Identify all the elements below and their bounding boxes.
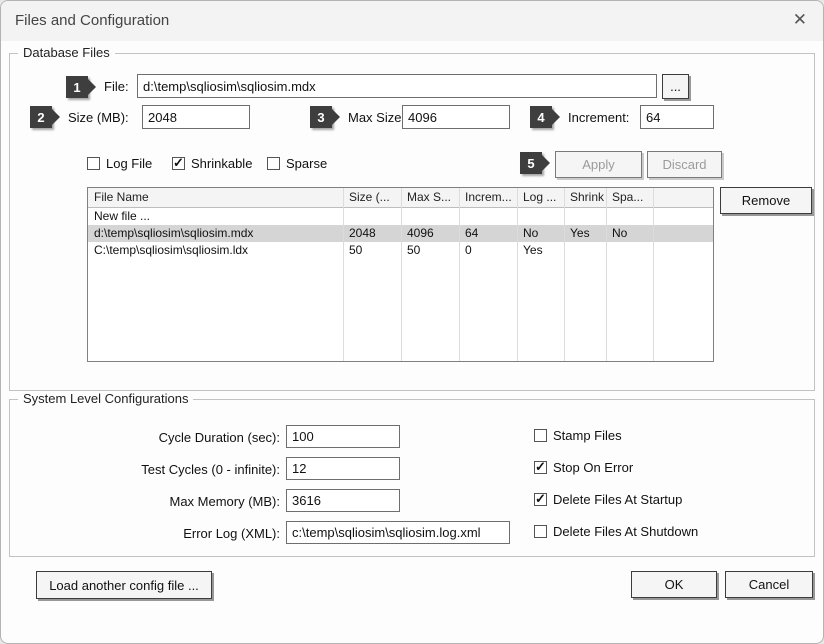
column-header-filler <box>653 188 713 207</box>
cell-file-name: C:\temp\sqliosim\sqliosim.ldx <box>88 242 343 259</box>
column-header-size[interactable]: Size (... <box>343 188 401 207</box>
cell-max-size: 4096 <box>401 225 459 242</box>
shrinkable-checkbox-label: Shrinkable <box>191 156 252 171</box>
file-label: File: <box>104 79 129 94</box>
table-column-divider <box>606 188 607 361</box>
database-files-group: Database Files 1 File: ... 2 Size (MB): … <box>9 53 815 391</box>
error-log-label: Error Log (XML): <box>10 526 280 541</box>
test-cycles-input[interactable] <box>286 457 400 480</box>
callout-badge-1: 1 <box>66 76 88 98</box>
cycle-duration-input[interactable] <box>286 425 400 448</box>
dialog-title: Files and Configuration <box>15 12 169 29</box>
column-header-shrink[interactable]: Shrink <box>564 188 606 207</box>
table-column-divider <box>459 188 460 361</box>
ok-button[interactable]: OK <box>631 571 717 598</box>
cell-shrink: Yes <box>564 225 606 242</box>
log-file-checkbox-box <box>87 157 100 170</box>
cancel-button[interactable]: Cancel <box>725 571 813 598</box>
cell-sparse <box>606 242 653 259</box>
log-file-checkbox-label: Log File <box>106 156 152 171</box>
cell-max-size: 50 <box>401 242 459 259</box>
cell-sparse: No <box>606 225 653 242</box>
max-memory-input[interactable] <box>286 489 400 512</box>
cell-shrink <box>564 242 606 259</box>
max-memory-label: Max Memory (MB): <box>10 494 280 509</box>
table-column-divider <box>343 188 344 361</box>
table-column-divider <box>401 188 402 361</box>
sparse-checkbox-box <box>267 157 280 170</box>
stop-on-error-checkbox[interactable]: Stop On Error <box>534 460 633 475</box>
cell-filler <box>653 208 713 225</box>
delete-files-shutdown-checkbox-box <box>534 525 547 538</box>
column-header-log[interactable]: Log ... <box>517 188 564 207</box>
cell-log <box>517 208 564 225</box>
delete-files-startup-checkbox-box <box>534 493 547 506</box>
cell-size: 50 <box>343 242 401 259</box>
cell-size: 2048 <box>343 225 401 242</box>
files-and-configuration-dialog: Files and Configuration ✕ Database Files… <box>0 0 824 644</box>
error-log-input[interactable] <box>286 521 510 544</box>
cell-increment <box>459 208 517 225</box>
callout-badge-2: 2 <box>30 106 52 128</box>
apply-button[interactable]: Apply <box>555 151 642 178</box>
cell-filler <box>653 242 713 259</box>
cell-file-name: New file ... <box>88 208 343 225</box>
stop-on-error-checkbox-label: Stop On Error <box>553 460 633 475</box>
size-label: Size (MB): <box>68 110 129 125</box>
browse-button[interactable]: ... <box>662 74 689 99</box>
close-icon[interactable]: ✕ <box>793 10 807 30</box>
stamp-files-checkbox-box <box>534 429 547 442</box>
cell-max-size <box>401 208 459 225</box>
callout-badge-4: 4 <box>530 106 552 128</box>
file-input[interactable] <box>137 74 657 98</box>
log-file-checkbox[interactable]: Log File <box>87 156 152 171</box>
title-bar: Files and Configuration ✕ <box>1 1 823 41</box>
table-column-divider <box>653 188 654 361</box>
column-header-increment[interactable]: Increm... <box>459 188 517 207</box>
callout-badge-5: 5 <box>520 152 542 174</box>
stamp-files-checkbox[interactable]: Stamp Files <box>534 428 622 443</box>
increment-label: Increment: <box>568 110 629 125</box>
sparse-checkbox[interactable]: Sparse <box>267 156 327 171</box>
shrinkable-checkbox-box <box>172 157 185 170</box>
delete-files-startup-checkbox[interactable]: Delete Files At Startup <box>534 492 682 507</box>
database-files-group-label: Database Files <box>18 45 115 60</box>
system-config-group-label: System Level Configurations <box>18 391 193 406</box>
test-cycles-label: Test Cycles (0 - infinite): <box>10 462 280 477</box>
file-table: File Name Size (... Max S... Increm... L… <box>87 187 714 362</box>
remove-button[interactable]: Remove <box>720 187 812 214</box>
delete-files-shutdown-checkbox[interactable]: Delete Files At Shutdown <box>534 524 698 539</box>
cell-log: No <box>517 225 564 242</box>
cell-log: Yes <box>517 242 564 259</box>
increment-input[interactable] <box>640 105 714 129</box>
cell-increment: 0 <box>459 242 517 259</box>
cycle-duration-label: Cycle Duration (sec): <box>10 430 280 445</box>
max-size-input[interactable] <box>402 105 510 129</box>
delete-files-shutdown-checkbox-label: Delete Files At Shutdown <box>553 524 698 539</box>
table-column-divider <box>517 188 518 361</box>
stop-on-error-checkbox-box <box>534 461 547 474</box>
column-header-max-size[interactable]: Max S... <box>401 188 459 207</box>
shrinkable-checkbox[interactable]: Shrinkable <box>172 156 252 171</box>
cell-filler <box>653 225 713 242</box>
delete-files-startup-checkbox-label: Delete Files At Startup <box>553 492 682 507</box>
table-column-divider <box>564 188 565 361</box>
discard-button[interactable]: Discard <box>647 151 722 178</box>
column-header-file-name[interactable]: File Name <box>88 188 343 207</box>
cell-size <box>343 208 401 225</box>
cell-file-name: d:\temp\sqliosim\sqliosim.mdx <box>88 225 343 242</box>
load-config-button[interactable]: Load another config file ... <box>36 571 212 599</box>
size-input[interactable] <box>142 105 250 129</box>
stamp-files-checkbox-label: Stamp Files <box>553 428 622 443</box>
system-config-group: System Level Configurations Cycle Durati… <box>9 399 815 557</box>
column-header-sparse[interactable]: Spa... <box>606 188 653 207</box>
cell-increment: 64 <box>459 225 517 242</box>
callout-badge-3: 3 <box>310 106 332 128</box>
cell-sparse <box>606 208 653 225</box>
cell-shrink <box>564 208 606 225</box>
sparse-checkbox-label: Sparse <box>286 156 327 171</box>
max-size-label: Max Size: <box>348 110 405 125</box>
